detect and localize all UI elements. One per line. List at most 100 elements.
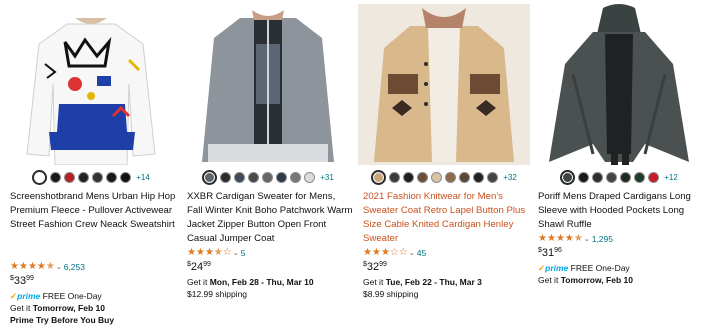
price[interactable]: $2499 — [187, 261, 211, 273]
price-fraction: 99 — [203, 261, 211, 268]
delivery-text: Get it — [538, 275, 561, 285]
product-image[interactable] — [533, 4, 705, 165]
delivery-line: Get it Tomorrow, Feb 10 — [538, 275, 633, 285]
product-grid: +14 Screenshotbrand Mens Urban Hip Hop Pr… — [0, 0, 707, 328]
star-full-icon: ★ — [204, 247, 214, 258]
color-swatch[interactable] — [473, 171, 485, 183]
product-card: +32 2021 Fashion Knitwear for Men's Sweat… — [358, 0, 530, 328]
price-whole: 31 — [541, 247, 555, 259]
more-colors-link[interactable]: +31 — [320, 173, 334, 182]
rating-count[interactable]: 5 — [241, 248, 246, 258]
delivery-line: Prime Try Before You Buy — [10, 315, 114, 325]
chevron-down-icon[interactable]: ⌄ — [584, 235, 590, 243]
more-colors-link[interactable]: +12 — [664, 173, 678, 182]
color-swatch[interactable] — [487, 171, 499, 183]
color-swatch[interactable] — [304, 171, 316, 183]
color-swatches: +12 — [533, 167, 705, 187]
color-swatch[interactable] — [634, 171, 646, 183]
color-swatch[interactable] — [106, 171, 118, 183]
color-swatch[interactable] — [50, 171, 62, 183]
color-swatch[interactable] — [276, 171, 288, 183]
color-swatches: +31 — [182, 167, 354, 187]
star-full-icon: ★ — [10, 261, 19, 272]
price[interactable]: $3196 — [538, 247, 562, 259]
color-swatch[interactable] — [234, 171, 246, 183]
color-swatch[interactable] — [560, 169, 576, 185]
product-title[interactable]: XXBR Cardigan Sweater for Mens, Fall Win… — [187, 190, 353, 246]
star-full-icon: ★ — [18, 261, 28, 272]
color-swatch[interactable] — [403, 171, 415, 183]
color-swatch[interactable] — [202, 169, 218, 185]
product-card: +14 Screenshotbrand Mens Urban Hip Hop Pr… — [5, 0, 177, 328]
chevron-down-icon[interactable]: ⌄ — [56, 263, 62, 271]
star-rating[interactable]: ★ ★ ★ ★ ★ — [538, 234, 583, 244]
color-swatch[interactable] — [578, 171, 590, 183]
color-swatch[interactable] — [620, 171, 632, 183]
rating: ★ ★ ★ ☆ ☆ ⌄ 45 — [363, 247, 426, 259]
star-half-icon: ★ — [45, 261, 55, 272]
color-swatch[interactable] — [648, 171, 660, 183]
prime-badge-icon: ✓prime — [10, 291, 40, 301]
product-image[interactable] — [182, 4, 354, 165]
star-rating[interactable]: ★ ★ ★ ☆ ☆ — [363, 248, 408, 258]
star-half-icon: ★ — [573, 233, 583, 244]
product-title[interactable]: Poriff Mens Draped Cardigans Long Sleeve… — [538, 190, 704, 232]
price-whole: 32 — [366, 261, 380, 273]
product-title[interactable]: 2021 Fashion Knitwear for Men's Sweater … — [363, 190, 529, 246]
star-empty-icon: ☆ — [398, 247, 408, 258]
rating-count[interactable]: 45 — [417, 248, 426, 258]
color-swatch[interactable] — [290, 171, 302, 183]
star-full-icon: ★ — [36, 261, 46, 272]
color-swatch[interactable] — [64, 171, 76, 183]
rating-count[interactable]: 6,253 — [64, 262, 85, 272]
more-colors-link[interactable]: +14 — [136, 173, 150, 182]
delivery-line: ✓prime FREE One-Day — [538, 263, 630, 274]
price[interactable]: $3299 — [363, 261, 387, 273]
star-full-icon: ★ — [187, 247, 196, 258]
rating-count[interactable]: 1,295 — [592, 234, 613, 244]
price-fraction: 96 — [554, 247, 562, 254]
price-whole: 24 — [190, 261, 204, 273]
color-swatch[interactable] — [445, 171, 457, 183]
color-swatch[interactable] — [92, 171, 104, 183]
chevron-down-icon[interactable]: ⌄ — [409, 249, 415, 257]
delivery-text: $8.99 shipping — [363, 289, 419, 299]
color-swatch[interactable] — [120, 171, 132, 183]
star-full-icon: ★ — [380, 247, 390, 258]
more-colors-link[interactable]: +32 — [503, 173, 517, 182]
delivery-date: Prime Try Before You Buy — [10, 315, 115, 325]
color-swatch[interactable] — [606, 171, 618, 183]
prime-badge-icon: ✓prime — [538, 263, 568, 273]
product-image[interactable] — [5, 4, 177, 165]
shipping-text: FREE One-Day — [40, 291, 102, 301]
color-swatch[interactable] — [78, 171, 90, 183]
delivery-date: Tomorrow, Feb 10 — [32, 303, 105, 313]
price-whole: 33 — [13, 275, 27, 287]
star-rating[interactable]: ★ ★ ★ ★ ★ — [10, 262, 55, 272]
color-swatch[interactable] — [220, 171, 232, 183]
delivery-text: Get it — [10, 303, 33, 313]
color-swatch[interactable] — [592, 171, 604, 183]
price-fraction: 99 — [26, 275, 34, 282]
color-swatch[interactable] — [371, 169, 387, 185]
delivery-line: Get it Mon, Feb 28 - Thu, Mar 10 — [187, 277, 314, 287]
delivery-line: Get it Tue, Feb 22 - Thu, Mar 3 — [363, 277, 482, 287]
chevron-down-icon[interactable]: ⌄ — [233, 249, 239, 257]
color-swatch[interactable] — [431, 171, 443, 183]
star-full-icon: ★ — [371, 247, 381, 258]
product-image[interactable] — [358, 4, 530, 165]
product-title[interactable]: Screenshotbrand Mens Urban Hip Hop Premi… — [10, 190, 176, 232]
star-rating[interactable]: ★ ★ ★ ★ ☆ — [187, 248, 232, 258]
color-swatch[interactable] — [248, 171, 260, 183]
color-swatch[interactable] — [417, 171, 429, 183]
color-swatches: +32 — [358, 167, 530, 187]
color-swatch[interactable] — [262, 171, 274, 183]
price[interactable]: $3399 — [10, 275, 34, 287]
color-swatch[interactable] — [32, 169, 48, 185]
color-swatch[interactable] — [459, 171, 471, 183]
star-full-icon: ★ — [27, 261, 37, 272]
star-full-icon: ★ — [564, 233, 574, 244]
star-full-icon: ★ — [363, 247, 372, 258]
prime-label: prime — [17, 291, 41, 301]
color-swatch[interactable] — [389, 171, 401, 183]
